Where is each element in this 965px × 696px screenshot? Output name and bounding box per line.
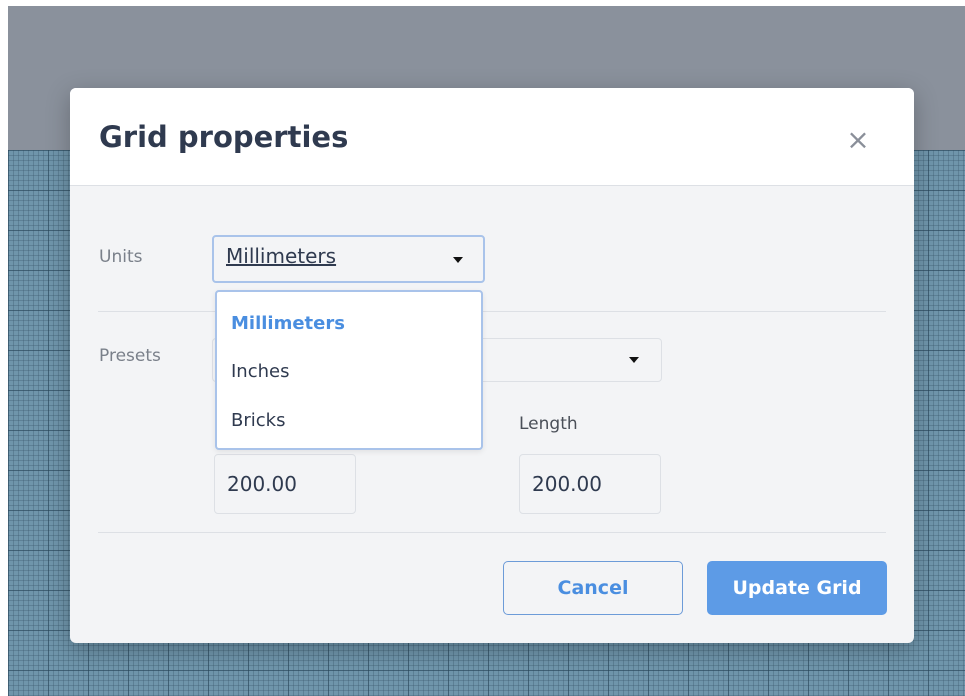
width-input[interactable]: 200.00 — [214, 454, 356, 514]
cancel-button[interactable]: Cancel — [503, 561, 683, 615]
dialog-header: Grid properties × — [70, 88, 914, 186]
units-dropdown-menu: Millimeters Inches Bricks — [215, 290, 483, 450]
divider-buttons — [98, 532, 886, 533]
update-grid-button[interactable]: Update Grid — [707, 561, 887, 615]
units-select[interactable]: Millimeters — [212, 235, 485, 283]
dropdown-option-bricks[interactable]: Bricks — [231, 410, 285, 431]
caret-down-icon — [453, 257, 463, 263]
left-edge — [0, 0, 8, 696]
length-input[interactable]: 200.00 — [519, 454, 661, 514]
dropdown-option-inches[interactable]: Inches — [231, 361, 289, 382]
units-label: Units — [99, 247, 143, 267]
grid-properties-dialog: Grid properties × Units Millimeters Pres… — [70, 88, 914, 643]
close-icon[interactable]: × — [842, 124, 874, 156]
top-edge — [0, 0, 965, 6]
presets-label: Presets — [99, 346, 161, 366]
dropdown-option-millimeters[interactable]: Millimeters — [231, 313, 345, 334]
units-select-value: Millimeters — [226, 244, 337, 268]
length-label: Length — [519, 414, 578, 434]
dialog-title: Grid properties — [99, 120, 349, 154]
caret-down-icon — [629, 357, 639, 363]
